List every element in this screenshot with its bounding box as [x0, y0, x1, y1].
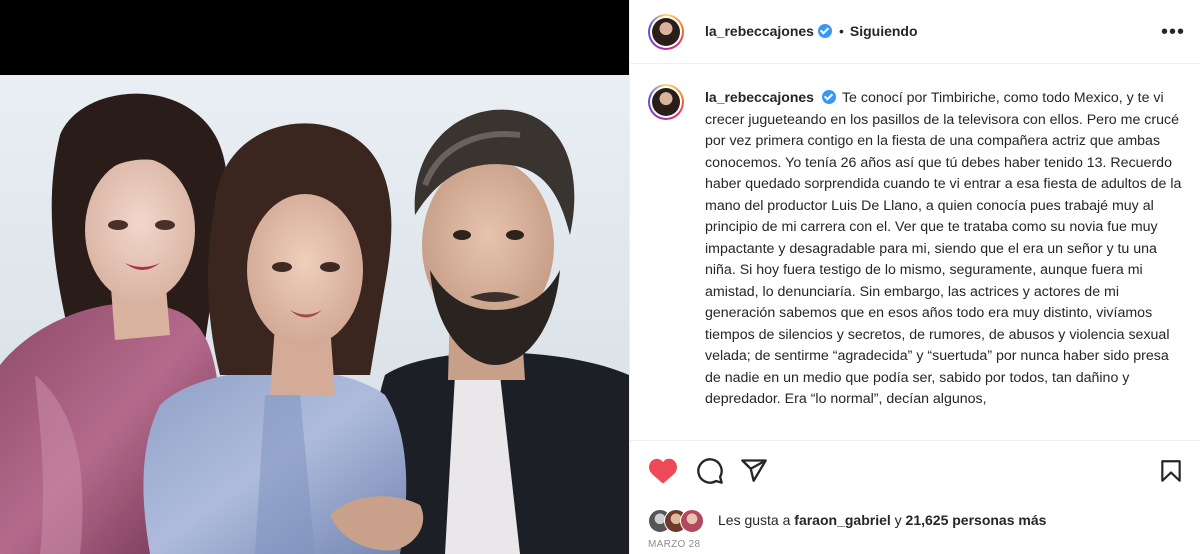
- header-username[interactable]: la_rebeccajones: [705, 23, 814, 39]
- post-caption: la_rebeccajones Te conocí por Timbiriche,…: [705, 87, 1183, 411]
- caption-username[interactable]: la_rebeccajones: [705, 89, 814, 105]
- verified-badge-icon: [817, 24, 832, 38]
- likes-user[interactable]: faraon_gabriel: [794, 512, 890, 528]
- likes-count[interactable]: 21,625 personas más: [906, 512, 1047, 528]
- post-actions: Les gusta a faraon_gabriel y 21,625 pers…: [630, 440, 1200, 554]
- caption-text: Te conocí por Timbiriche, como todo Mexi…: [705, 90, 1182, 407]
- photo-illustration: [0, 75, 629, 554]
- following-button[interactable]: Siguiendo: [850, 23, 918, 39]
- liker-avatar: [680, 509, 704, 533]
- more-options-icon[interactable]: •••: [1161, 22, 1185, 42]
- post-header: la_rebeccajones • Siguiendo •••: [630, 0, 1200, 64]
- comment-icon[interactable]: [696, 457, 724, 490]
- verified-badge-icon: [821, 90, 836, 104]
- heart-icon[interactable]: [648, 457, 678, 490]
- likes-prefix: Les gusta a: [718, 512, 791, 528]
- post-photo: [0, 75, 629, 554]
- likes-middle: y: [894, 512, 902, 528]
- author-avatar[interactable]: [648, 14, 684, 50]
- liker-avatars[interactable]: [648, 507, 714, 533]
- post-media[interactable]: [0, 0, 629, 554]
- post-panel: la_rebeccajones • Siguiendo ••• la_rebecca…: [629, 0, 1200, 554]
- caption-author-avatar[interactable]: [648, 84, 684, 120]
- likes-text: Les gusta a faraon_gabriel y 21,625 pers…: [718, 512, 1046, 528]
- post-date[interactable]: MARZO 28: [648, 539, 700, 550]
- separator-dot: •: [838, 23, 844, 39]
- bookmark-icon[interactable]: [1158, 457, 1184, 490]
- share-icon[interactable]: [740, 457, 768, 490]
- header-user-line: la_rebeccajones • Siguiendo: [705, 23, 918, 39]
- comments-area[interactable]: la_rebeccajones Te conocí por Timbiriche,…: [630, 64, 1200, 440]
